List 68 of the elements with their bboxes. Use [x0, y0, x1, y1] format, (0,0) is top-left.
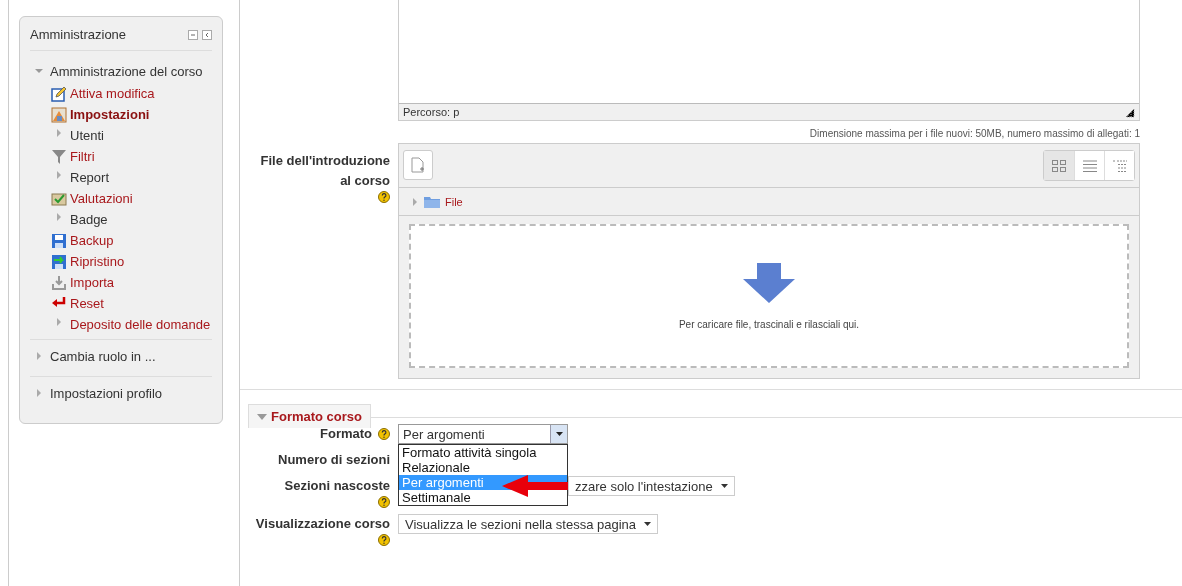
tree-item[interactable]: Valutazioni: [70, 189, 133, 209]
grades-icon: [50, 191, 67, 207]
tree-item[interactable]: Badge: [70, 210, 108, 230]
drop-hint: Per caricare file, trascinali e rilasciali qui.: [678, 318, 860, 330]
folder-link[interactable]: File: [445, 195, 463, 208]
help-icon[interactable]: [378, 191, 390, 203]
edit-icon: [50, 86, 67, 102]
field-label: Formato: [320, 425, 372, 443]
collapsed-arrow-icon[interactable]: [54, 170, 63, 180]
settings-icon: [50, 107, 67, 123]
editor-path: Percorso: p: [403, 106, 460, 118]
field-label: Sezioni nascoste: [283, 477, 390, 495]
collapsed-arrow-icon[interactable]: [411, 197, 419, 206]
filter-icon: [51, 149, 66, 165]
dropdown-option[interactable]: Relazionale: [399, 460, 567, 475]
tree-item[interactable]: Report: [70, 168, 110, 188]
dropdown-option[interactable]: Settimanale: [399, 490, 567, 505]
tree-item[interactable]: Deposito delle domande: [70, 315, 211, 335]
field-label: File dell'introduzione al corso: [260, 152, 390, 190]
tree-item[interactable]: Utenti: [70, 126, 104, 146]
help-icon[interactable]: [378, 534, 390, 546]
section-header[interactable]: Formato corso: [248, 404, 371, 428]
tree-view-icon: [1112, 159, 1127, 172]
block-title: Amministrazione: [30, 27, 127, 42]
list-view-icon: [1082, 159, 1097, 172]
import-icon: [50, 275, 67, 291]
dropdown-caret-icon: [555, 432, 563, 436]
restore-icon: [50, 254, 67, 270]
collapsed-arrow-icon[interactable]: [54, 128, 63, 138]
tree-item[interactable]: Backup: [70, 231, 114, 251]
folder-icon: [424, 195, 440, 208]
tree-item[interactable]: Importa: [70, 273, 115, 293]
upload-limits: Dimensione massima per i file nuovi: 50MB, numero massimo di allegati: 1: [808, 127, 1140, 141]
tree-item[interactable]: Impostazioni: [70, 105, 150, 125]
dropdown-option[interactable]: Formato attività singola: [399, 445, 567, 460]
expanded-arrow-icon: [257, 412, 267, 421]
down-arrow-icon: [743, 262, 795, 303]
pointer-arrow: [502, 475, 568, 497]
tree-node[interactable]: Impostazioni profilo: [50, 385, 162, 403]
icons-view-button[interactable]: [1044, 151, 1074, 180]
add-file-button[interactable]: [403, 150, 433, 180]
format-select[interactable]: Per argomenti: [398, 424, 568, 444]
collapsed-arrow-icon[interactable]: [54, 317, 63, 327]
tree-item[interactable]: Reset: [70, 294, 104, 314]
tree-node[interactable]: Cambia ruolo in ...: [50, 348, 156, 366]
select-field[interactable]: Visualizza le sezioni nella stessa pagina: [398, 514, 658, 534]
tree-node[interactable]: Amministrazione del corso: [50, 63, 203, 81]
help-icon[interactable]: [378, 496, 390, 508]
resize-grip-icon[interactable]: [1125, 108, 1135, 118]
return-arrow-icon: [50, 296, 67, 308]
dock-icon[interactable]: [202, 29, 212, 40]
help-icon[interactable]: [378, 428, 390, 440]
collapsed-arrow-icon[interactable]: [54, 212, 63, 222]
tree-item[interactable]: Filtri: [70, 147, 95, 167]
grid-view-icon: [1052, 159, 1066, 172]
select-field[interactable]: zzare solo l'intestazione: [568, 476, 735, 496]
collapsed-arrow-icon[interactable]: [34, 388, 44, 398]
dropdown-caret-icon: [720, 484, 728, 488]
expanded-arrow-icon[interactable]: [34, 66, 44, 76]
drop-zone[interactable]: Per caricare file, trascinali e rilasciali qui.: [409, 224, 1129, 368]
new-file-icon: [411, 157, 425, 173]
tree-item[interactable]: Ripristino: [70, 252, 125, 272]
field-label: Visualizzazione corso: [254, 515, 390, 533]
tree-item[interactable]: Attiva modifica: [70, 84, 155, 104]
field-label: Numero di sezioni: [277, 451, 390, 469]
dropdown-caret-icon: [644, 522, 651, 526]
collapsed-arrow-icon[interactable]: [34, 351, 44, 361]
tree-view-button[interactable]: [1104, 151, 1134, 180]
